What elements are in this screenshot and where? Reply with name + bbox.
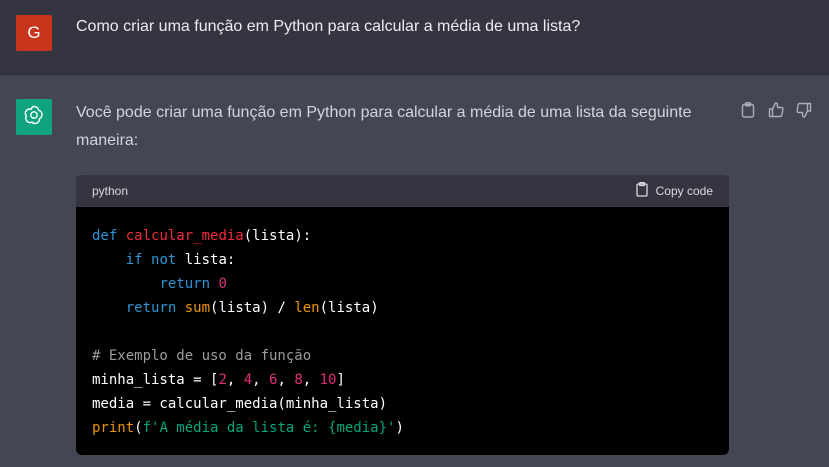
clipboard-icon[interactable] xyxy=(740,101,756,119)
code-token: 8 xyxy=(294,372,303,388)
code-token: 2 xyxy=(218,372,227,388)
code-string: f'A média da lista é: {media}' xyxy=(142,420,396,436)
user-avatar: G xyxy=(16,15,52,51)
code-token: len xyxy=(294,300,320,316)
clipboard-icon xyxy=(635,182,648,200)
code-token: 4 xyxy=(243,372,253,388)
code-token: (lista) / xyxy=(210,300,295,316)
code-token: def xyxy=(92,228,118,244)
user-message-text: Como criar uma função em Python para cal… xyxy=(76,18,581,35)
copy-code-button[interactable]: Copy code xyxy=(635,182,713,200)
code-token: print xyxy=(92,420,135,436)
code-language-label: python xyxy=(92,184,129,198)
code-token: 6 xyxy=(269,372,278,388)
assistant-message-row: Você pode criar uma função em Python par… xyxy=(0,75,829,467)
code-token: (lista): xyxy=(243,228,312,244)
openai-logo-icon xyxy=(22,103,46,132)
code-token: ) xyxy=(395,420,404,436)
code-header: python Copy code xyxy=(76,175,729,207)
copy-code-label: Copy code xyxy=(655,184,713,198)
code-token: if xyxy=(125,252,143,268)
code-token: sum xyxy=(184,300,211,316)
code-comment: # Exemplo de uso da função xyxy=(92,348,312,364)
code-token: return xyxy=(125,300,177,316)
message-actions xyxy=(740,101,812,119)
code-token: return xyxy=(159,276,211,292)
thumbs-down-icon[interactable] xyxy=(796,101,812,119)
code-token: 10 xyxy=(319,372,337,388)
code-token: not xyxy=(151,252,177,268)
assistant-message-text: Você pode criar uma função em Python par… xyxy=(76,104,692,149)
thumbs-up-icon[interactable] xyxy=(768,101,784,119)
code-token: lista: xyxy=(176,252,236,268)
user-avatar-letter: G xyxy=(27,23,41,42)
code-token: media = calcular_media(minha_lista) xyxy=(92,396,388,412)
code-token: ] xyxy=(336,372,345,388)
code-token: 0 xyxy=(218,276,227,292)
code-block: python Copy code def calcular_media(list… xyxy=(76,175,729,455)
code-token: (lista) xyxy=(319,300,379,316)
code-token: minha_lista = [ xyxy=(92,372,219,388)
user-message-row: G Como criar uma função em Python para c… xyxy=(0,0,829,75)
assistant-avatar xyxy=(16,99,52,135)
code-content: def calcular_media(lista): if not lista:… xyxy=(92,228,404,436)
code-token: ( xyxy=(134,420,143,436)
code-token: calcular_media xyxy=(125,228,244,244)
